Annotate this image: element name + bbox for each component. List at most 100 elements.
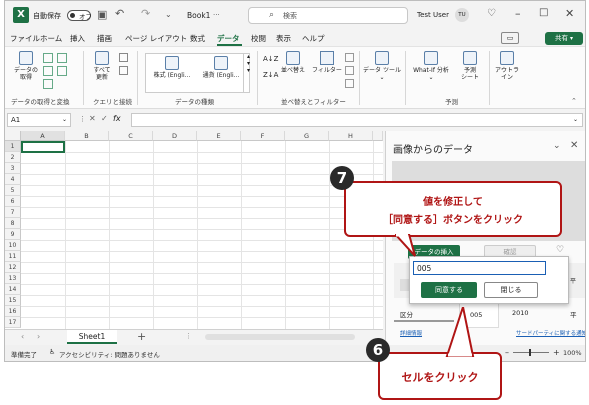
document-more[interactable]: ··· <box>213 11 220 19</box>
row-header[interactable]: 3 <box>5 163 21 174</box>
forecast-sheet-button[interactable]: 予測 シート <box>457 51 483 81</box>
row-header[interactable]: 14 <box>5 284 21 295</box>
column-header-partial[interactable] <box>373 131 383 141</box>
enter-icon[interactable]: ✓ <box>101 114 108 123</box>
pane-options-icon[interactable]: ⌄ <box>553 141 561 151</box>
tab-review[interactable]: 校閲 <box>251 33 266 44</box>
what-if-button[interactable]: What-If 分析 ⌄ <box>409 51 453 81</box>
column-header[interactable]: D <box>153 131 197 141</box>
zoom-level[interactable]: 100% <box>563 349 582 357</box>
save-icon[interactable]: ▣ <box>97 8 107 21</box>
lightbulb-icon[interactable]: ♡ <box>487 8 496 19</box>
expand-formula-icon[interactable]: ⌄ <box>573 116 578 123</box>
link-details[interactable]: 詳細情報 <box>400 329 422 337</box>
sheet-tab-sheet1[interactable]: Sheet1 <box>67 330 117 344</box>
add-sheet-icon[interactable]: + <box>137 330 146 343</box>
tab-file[interactable]: ファイル <box>10 33 40 44</box>
sort-button[interactable]: 並べ替え <box>279 51 307 74</box>
agree-button[interactable]: 同意する <box>421 282 477 298</box>
data-tools-button[interactable]: データ ツール ⌄ <box>363 51 401 81</box>
scroll-right-icon[interactable]: › <box>37 332 40 341</box>
close-icon[interactable]: ✕ <box>565 7 574 20</box>
tab-insert[interactable]: 挿入 <box>70 33 85 44</box>
row-header[interactable]: 5 <box>5 185 21 196</box>
formula-input[interactable]: ⌄ <box>131 113 583 127</box>
row-header[interactable]: 8 <box>5 218 21 229</box>
row-header[interactable]: 4 <box>5 174 21 185</box>
currency-data-type[interactable]: 通貨 (Engli... <box>198 56 244 79</box>
comments-icon[interactable]: ▭ <box>501 32 519 44</box>
search-box[interactable]: ⌕ 検索 <box>248 7 408 24</box>
lightbulb-icon[interactable]: ♡ <box>556 245 564 255</box>
row-header[interactable]: 10 <box>5 240 21 251</box>
column-header[interactable]: F <box>241 131 285 141</box>
outline-button[interactable]: アウトラ イン <box>493 51 521 81</box>
advanced-filter-icon[interactable] <box>345 79 354 88</box>
stocks-data-type[interactable]: 株式 (Engli... <box>148 56 196 79</box>
formula-options-icon[interactable]: ⋮ <box>79 115 86 123</box>
row-header[interactable]: 13 <box>5 273 21 284</box>
tab-data[interactable]: データ <box>217 33 240 44</box>
tab-page-layout[interactable]: ページ レイアウト <box>125 33 187 44</box>
edit-value-input[interactable]: 005 <box>413 261 546 275</box>
active-cell-a1[interactable] <box>21 141 65 153</box>
row-header[interactable]: 11 <box>5 251 21 262</box>
column-header[interactable]: H <box>329 131 373 141</box>
insert-function-icon[interactable]: fx <box>113 114 121 123</box>
sort-za-icon[interactable]: Z↓A <box>263 69 278 81</box>
zoom-in-icon[interactable]: + <box>553 348 560 357</box>
link-third-party[interactable]: サードパーティに関する通知 <box>516 329 585 337</box>
collapse-ribbon-icon[interactable]: ⌃ <box>571 97 577 105</box>
from-text-icon[interactable] <box>43 53 53 63</box>
pane-close-icon[interactable]: ✕ <box>570 140 578 151</box>
column-header[interactable]: C <box>109 131 153 141</box>
column-header[interactable]: E <box>197 131 241 141</box>
select-all-corner[interactable] <box>5 131 21 141</box>
cell-2010[interactable]: 2010 <box>512 309 529 317</box>
gallery-scroll[interactable]: ▴ ▾ ▾ <box>243 53 253 93</box>
tab-formulas[interactable]: 数式 <box>190 33 205 44</box>
scroll-left-icon[interactable]: ‹ <box>21 332 24 341</box>
clear-filter-icon[interactable] <box>345 53 354 62</box>
row-header[interactable]: 1 <box>5 141 21 152</box>
get-data-button[interactable]: データの 取得 <box>11 51 41 81</box>
redo-icon[interactable]: ↷ <box>141 7 150 20</box>
minimize-icon[interactable]: – <box>515 7 521 20</box>
row-header[interactable]: 16 <box>5 306 21 317</box>
row-header[interactable]: 15 <box>5 295 21 306</box>
maximize-icon[interactable]: □ <box>539 7 548 18</box>
name-box[interactable]: A1 ⌄ <box>7 113 71 127</box>
refresh-all-button[interactable]: すべて 更新 <box>89 51 115 81</box>
column-header[interactable]: A <box>21 131 65 141</box>
row-header[interactable]: 7 <box>5 207 21 218</box>
filter-button[interactable]: フィルター <box>311 51 343 74</box>
zoom-slider[interactable] <box>513 352 549 353</box>
recent-sources-icon[interactable] <box>57 53 67 63</box>
cell-hei[interactable]: 平 <box>570 309 577 319</box>
row-header[interactable]: 12 <box>5 262 21 273</box>
tab-draw[interactable]: 描画 <box>97 33 112 44</box>
status-accessibility[interactable]: アクセシビリティ: 問題ありません <box>59 349 160 359</box>
existing-connections-icon[interactable] <box>57 66 67 76</box>
zoom-out-icon[interactable]: – <box>505 348 509 357</box>
more-options-icon[interactable]: ⋮ <box>185 332 192 340</box>
tab-view[interactable]: 表示 <box>276 33 291 44</box>
tab-home[interactable]: ホーム <box>40 33 62 44</box>
from-table-icon[interactable] <box>43 79 53 89</box>
horizontal-scrollbar[interactable] <box>205 334 355 340</box>
from-web-icon[interactable] <box>43 66 53 76</box>
row-header[interactable]: 9 <box>5 229 21 240</box>
queries-connections-icon[interactable] <box>119 53 128 62</box>
tab-help[interactable]: ヘルプ <box>302 33 325 44</box>
row-header[interactable]: 2 <box>5 152 21 163</box>
row-header[interactable]: 17 <box>5 317 21 328</box>
column-header[interactable]: G <box>285 131 329 141</box>
properties-icon[interactable] <box>119 66 128 75</box>
close-button[interactable]: 閉じる <box>484 282 538 298</box>
sort-az-icon[interactable]: A↓Z <box>263 53 278 65</box>
cancel-icon[interactable]: ✕ <box>89 114 96 123</box>
column-header[interactable]: B <box>65 131 109 141</box>
customize-qat-icon[interactable]: ⌄ <box>165 10 172 19</box>
share-button[interactable]: 共有 ▾ <box>545 32 583 45</box>
row-header[interactable]: 6 <box>5 196 21 207</box>
